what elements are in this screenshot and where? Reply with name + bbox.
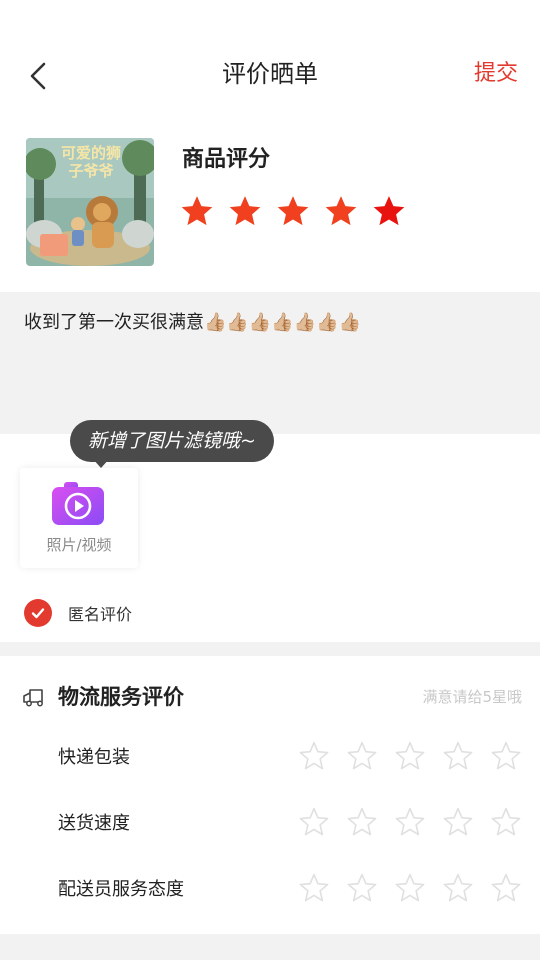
star-empty-icon[interactable] bbox=[394, 740, 426, 772]
star-empty-icon[interactable] bbox=[394, 872, 426, 904]
row-label: 快递包装 bbox=[58, 747, 130, 768]
delivery-speed-star-rating[interactable] bbox=[298, 806, 522, 838]
truck-icon bbox=[23, 689, 43, 707]
star-empty-icon[interactable] bbox=[490, 872, 522, 904]
logistics-row-delivery-speed: 送货速度 bbox=[0, 804, 540, 844]
add-media-button[interactable]: 照片/视频 bbox=[20, 468, 138, 568]
star-empty-icon[interactable] bbox=[298, 872, 330, 904]
media-label: 照片/视频 bbox=[46, 536, 112, 554]
checkmark-icon[interactable] bbox=[24, 599, 52, 627]
star-filled-icon[interactable] bbox=[228, 194, 262, 228]
star-empty-icon[interactable] bbox=[490, 740, 522, 772]
row-label: 送货速度 bbox=[58, 813, 130, 834]
section-divider bbox=[0, 642, 540, 656]
star-empty-icon[interactable] bbox=[298, 740, 330, 772]
submit-button[interactable]: 提交 bbox=[474, 56, 518, 92]
comment-text: 收到了第一次买很满意👍🏼👍🏼👍🏼👍🏼👍🏼👍🏼👍🏼 bbox=[24, 312, 361, 333]
row-label: 配送员服务态度 bbox=[58, 879, 184, 900]
star-empty-icon[interactable] bbox=[490, 806, 522, 838]
top-bar: 评价晒单 提交 bbox=[0, 0, 540, 150]
star-empty-icon[interactable] bbox=[442, 740, 474, 772]
tooltip-tail bbox=[92, 458, 110, 468]
page-title: 评价晒单 bbox=[222, 60, 318, 88]
product-rating-section: 可爱的狮子爷爷 商品评分 bbox=[0, 130, 540, 280]
star-empty-icon[interactable] bbox=[394, 806, 426, 838]
logistics-row-courier-service: 配送员服务态度 bbox=[0, 870, 540, 910]
product-image: 可爱的狮子爷爷 bbox=[26, 138, 154, 266]
logistics-title: 物流服务评价 bbox=[58, 685, 184, 709]
product-star-rating[interactable] bbox=[180, 194, 406, 228]
star-empty-icon[interactable] bbox=[298, 806, 330, 838]
anonymous-label: 匿名评价 bbox=[68, 605, 133, 624]
star-filled-icon[interactable] bbox=[276, 194, 310, 228]
logistics-row-packaging: 快递包装 bbox=[0, 738, 540, 778]
product-rating-label: 商品评分 bbox=[182, 147, 271, 172]
anonymous-toggle[interactable]: 匿名评价 bbox=[24, 598, 132, 628]
filter-tip-bubble: 新增了图片滤镜哦~ bbox=[70, 420, 274, 462]
star-empty-icon[interactable] bbox=[346, 740, 378, 772]
bottom-spacer bbox=[0, 934, 540, 960]
logistics-hint: 满意请给5星哦 bbox=[422, 688, 522, 706]
comment-textarea[interactable]: 收到了第一次买很满意👍🏼👍🏼👍🏼👍🏼👍🏼👍🏼👍🏼 bbox=[0, 292, 540, 434]
star-filled-icon[interactable] bbox=[324, 194, 358, 228]
star-empty-icon[interactable] bbox=[442, 806, 474, 838]
star-empty-icon[interactable] bbox=[346, 806, 378, 838]
courier-service-star-rating[interactable] bbox=[298, 872, 522, 904]
book-title: 可爱的狮子爷爷 bbox=[60, 144, 121, 180]
packaging-star-rating[interactable] bbox=[298, 740, 522, 772]
star-empty-icon[interactable] bbox=[346, 872, 378, 904]
star-filled-icon[interactable] bbox=[372, 194, 406, 228]
logistics-header: 物流服务评价 满意请给5星哦 bbox=[22, 682, 522, 714]
star-filled-icon[interactable] bbox=[180, 194, 214, 228]
star-empty-icon[interactable] bbox=[442, 872, 474, 904]
camera-video-icon bbox=[52, 482, 104, 525]
